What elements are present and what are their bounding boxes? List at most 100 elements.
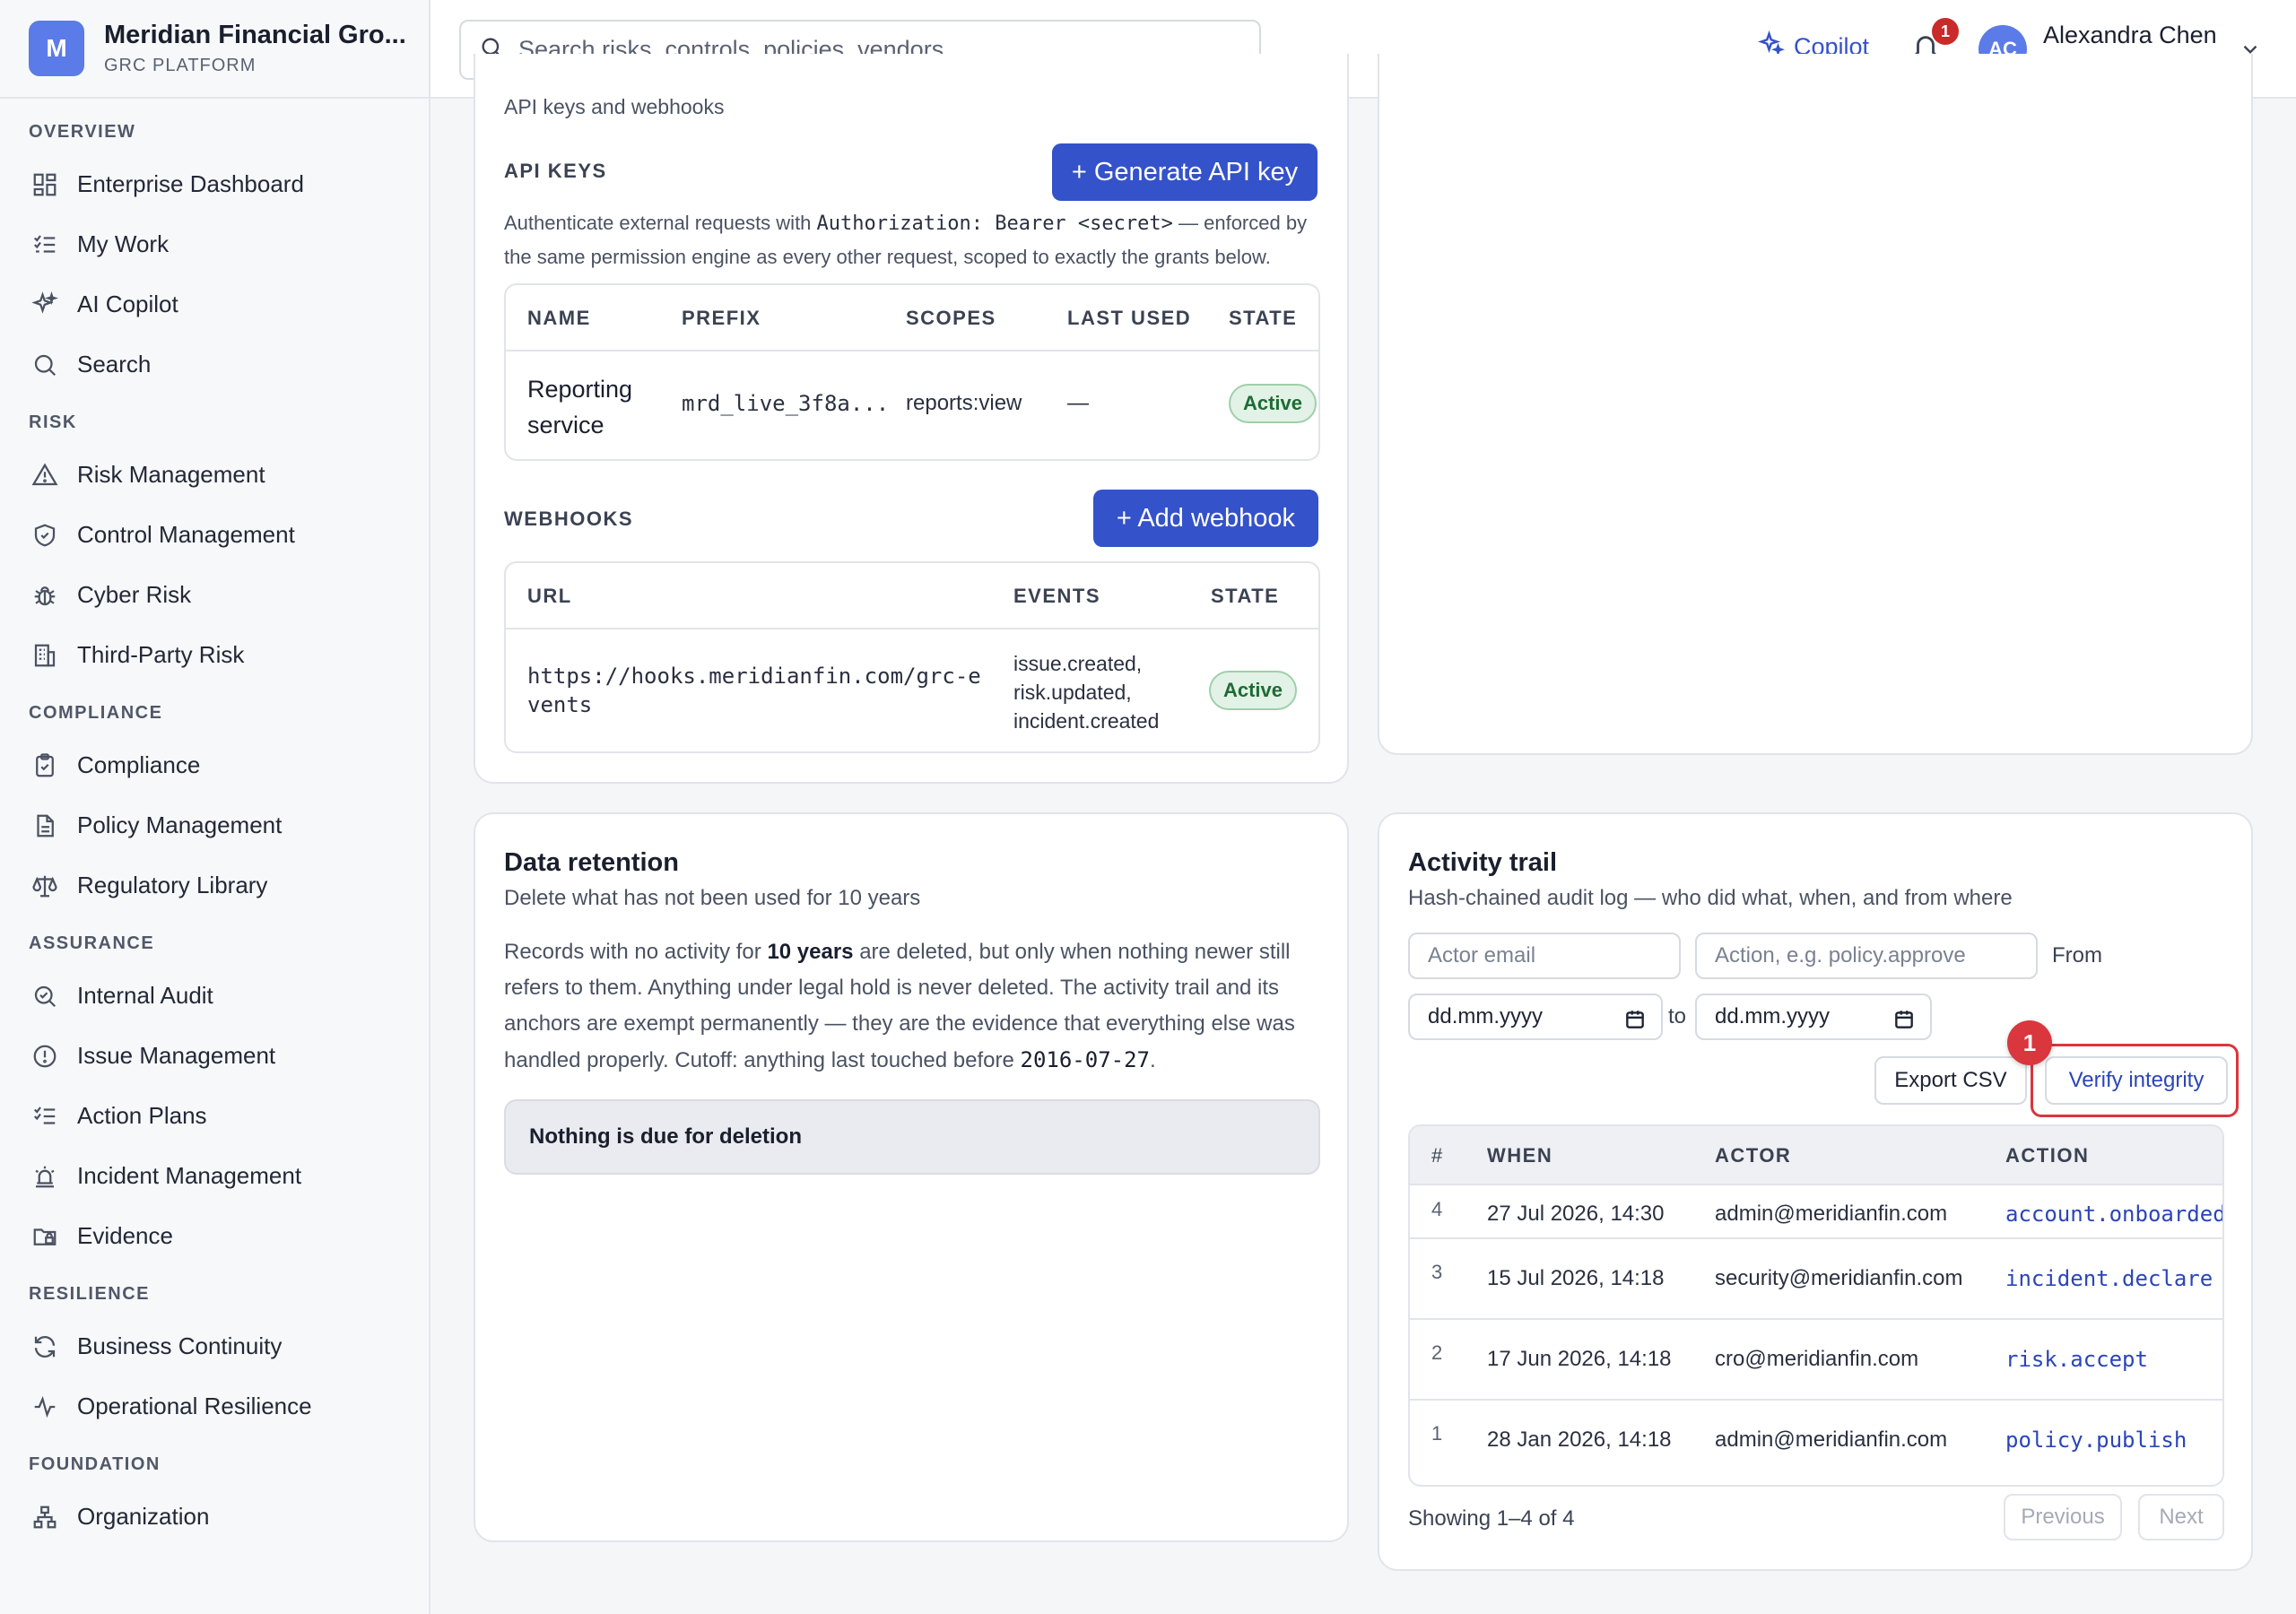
- clipboard-icon: [30, 751, 59, 780]
- data-retention-card: Data retention Delete what has not been …: [474, 812, 1349, 1542]
- step-highlight: [2031, 1044, 2239, 1117]
- alert-circle-icon: [30, 1042, 59, 1071]
- sidebar-item-label: Compliance: [77, 751, 201, 778]
- sidebar-item-evidence[interactable]: Evidence: [0, 1206, 429, 1266]
- sidebar-item-risk-management[interactable]: Risk Management: [0, 445, 429, 505]
- brand-logo: M: [29, 21, 84, 76]
- notification-count-badge: 1: [1932, 18, 1959, 45]
- add-webhook-button[interactable]: + Add webhook: [1093, 490, 1318, 547]
- api-integrations-card: API keys and webhooks API KEYS + Generat…: [474, 54, 1349, 784]
- row-action: incident.declare: [2005, 1266, 2213, 1291]
- user-name: Alexandra Chen: [2043, 22, 2217, 48]
- sidebar-item-compliance[interactable]: Compliance: [0, 735, 429, 795]
- date-from-field[interactable]: dd.mm.yyyy: [1408, 994, 1663, 1040]
- nav-section-title: COMPLIANCE: [29, 703, 163, 723]
- document-icon: [30, 811, 59, 840]
- sidebar-item-label: Incident Management: [77, 1162, 302, 1189]
- nav-section-title: OVERVIEW: [29, 122, 136, 142]
- sidebar-item-enterprise-dashboard[interactable]: Enterprise Dashboard: [0, 154, 429, 214]
- actor-email-field[interactable]: Actor email: [1408, 933, 1681, 979]
- sidebar-item-action-plans[interactable]: Action Plans: [0, 1086, 429, 1146]
- api-key-name: Reporting service: [527, 376, 633, 438]
- column-header: STATE: [1211, 585, 1280, 607]
- api-keys-label: API KEYS: [504, 160, 607, 182]
- sidebar-item-third-party-risk[interactable]: Third-Party Risk: [0, 625, 429, 685]
- search-icon: [30, 351, 59, 379]
- row-number: 2: [1431, 1341, 1443, 1364]
- row-when: 15 Jul 2026, 14:18: [1487, 1266, 1665, 1290]
- api-key-prefix: mrd_live_3f8a...: [682, 391, 890, 416]
- sidebar-item-control-management[interactable]: Control Management: [0, 505, 429, 565]
- row-action: policy.publish: [2005, 1427, 2187, 1453]
- sidebar-item-label: Search: [77, 351, 152, 377]
- brand-subtitle: GRC PLATFORM: [104, 56, 257, 75]
- action-filter-field[interactable]: Action, e.g. policy.approve: [1695, 933, 2038, 979]
- sidebar-item-issue-management[interactable]: Issue Management: [0, 1026, 429, 1086]
- sidebar-item-label: Cyber Risk: [77, 581, 192, 608]
- sidebar-item-internal-audit[interactable]: Internal Audit: [0, 966, 429, 1026]
- column-header: URL: [527, 585, 572, 607]
- row-when: 28 Jan 2026, 14:18: [1487, 1427, 1672, 1452]
- sidebar-item-regulatory-library[interactable]: Regulatory Library: [0, 855, 429, 915]
- sidebar-item-organization[interactable]: Organization: [0, 1487, 429, 1547]
- sidebar-item-policy-management[interactable]: Policy Management: [0, 795, 429, 855]
- folder-lock-icon: [30, 1222, 59, 1251]
- date-to-field[interactable]: dd.mm.yyyy: [1695, 994, 1932, 1040]
- sidebar-item-business-continuity[interactable]: Business Continuity: [0, 1316, 429, 1376]
- column-header: SCOPES: [906, 307, 996, 329]
- export-csv-button[interactable]: Export CSV: [1874, 1056, 2027, 1105]
- nav-section-title: RISK: [29, 412, 77, 432]
- next-page-button[interactable]: Next: [2138, 1494, 2224, 1540]
- column-header: NAME: [527, 307, 591, 329]
- generate-api-key-button[interactable]: + Generate API key: [1052, 143, 1318, 201]
- retention-status: Nothing is due for deletion: [504, 1099, 1320, 1175]
- retention-description: Records with no activity for 10 years ar…: [504, 940, 1295, 1072]
- nav-section-title: RESILIENCE: [29, 1284, 151, 1304]
- sidebar-item-search[interactable]: Search: [0, 334, 429, 395]
- shield-icon: [30, 521, 59, 550]
- calendar-icon[interactable]: [1892, 1008, 1916, 1037]
- column-header: EVENTS: [1013, 585, 1101, 607]
- sidebar-item-incident-management[interactable]: Incident Management: [0, 1146, 429, 1206]
- sidebar-item-label: Issue Management: [77, 1042, 276, 1069]
- refresh-icon: [30, 1332, 59, 1361]
- row-number: 4: [1431, 1198, 1443, 1220]
- sidebar-item-label: Risk Management: [77, 461, 265, 488]
- row-actor: admin@meridianfin.com: [1715, 1427, 1948, 1452]
- pulse-icon: [30, 1393, 59, 1421]
- sidebar-item-label: Policy Management: [77, 811, 283, 838]
- previous-page-button[interactable]: Previous: [2004, 1494, 2122, 1540]
- api-keys-table: NAME PREFIX SCOPES LAST USED STATE Repor…: [504, 283, 1320, 461]
- nav-section-title: FOUNDATION: [29, 1454, 161, 1474]
- side-panel-card: [1378, 54, 2253, 755]
- webhooks-table: URL EVENTS STATE https://hooks.meridianf…: [504, 561, 1320, 753]
- webhook-url: https://hooks.meridianfin.com/grc-events: [527, 664, 981, 717]
- sidebar-item-label: AI Copilot: [77, 291, 178, 317]
- status-badge: Active: [1229, 384, 1317, 423]
- row-actor: admin@meridianfin.com: [1715, 1202, 1948, 1226]
- retention-title: Data retention: [504, 848, 679, 877]
- column-header: ACTOR: [1715, 1144, 1792, 1167]
- retention-subtitle: Delete what has not been used for 10 yea…: [504, 886, 921, 910]
- sidebar-item-cyber-risk[interactable]: Cyber Risk: [0, 565, 429, 625]
- row-when: 17 Jun 2026, 14:18: [1487, 1347, 1672, 1371]
- pagination-summary: Showing 1–4 of 4: [1408, 1506, 1575, 1531]
- to-label: to: [1667, 1004, 1686, 1028]
- row-actor: security@meridianfin.com: [1715, 1266, 1963, 1290]
- brand-name: Meridian Financial Gro...: [104, 21, 406, 49]
- calendar-icon[interactable]: [1623, 1008, 1647, 1037]
- sidebar-item-label: Regulatory Library: [77, 872, 268, 898]
- sparkle-icon: [30, 291, 59, 319]
- sidebar-item-my-work[interactable]: My Work: [0, 214, 429, 274]
- row-action: account.onboarded: [2005, 1202, 2224, 1227]
- column-header: #: [1431, 1144, 1444, 1167]
- sidebar-item-ai-copilot[interactable]: AI Copilot: [0, 274, 429, 334]
- sidebar-item-label: My Work: [77, 230, 170, 257]
- sidebar-item-label: Enterprise Dashboard: [77, 170, 304, 197]
- brand[interactable]: M Meridian Financial Gro... GRC PLATFORM: [0, 0, 429, 99]
- scale-icon: [30, 872, 59, 900]
- sidebar-item-operational-resilience[interactable]: Operational Resilience: [0, 1376, 429, 1436]
- column-header: STATE: [1229, 307, 1298, 329]
- webhooks-label: WEBHOOKS: [504, 508, 633, 530]
- sidebar: M Meridian Financial Gro... GRC PLATFORM…: [0, 0, 430, 1614]
